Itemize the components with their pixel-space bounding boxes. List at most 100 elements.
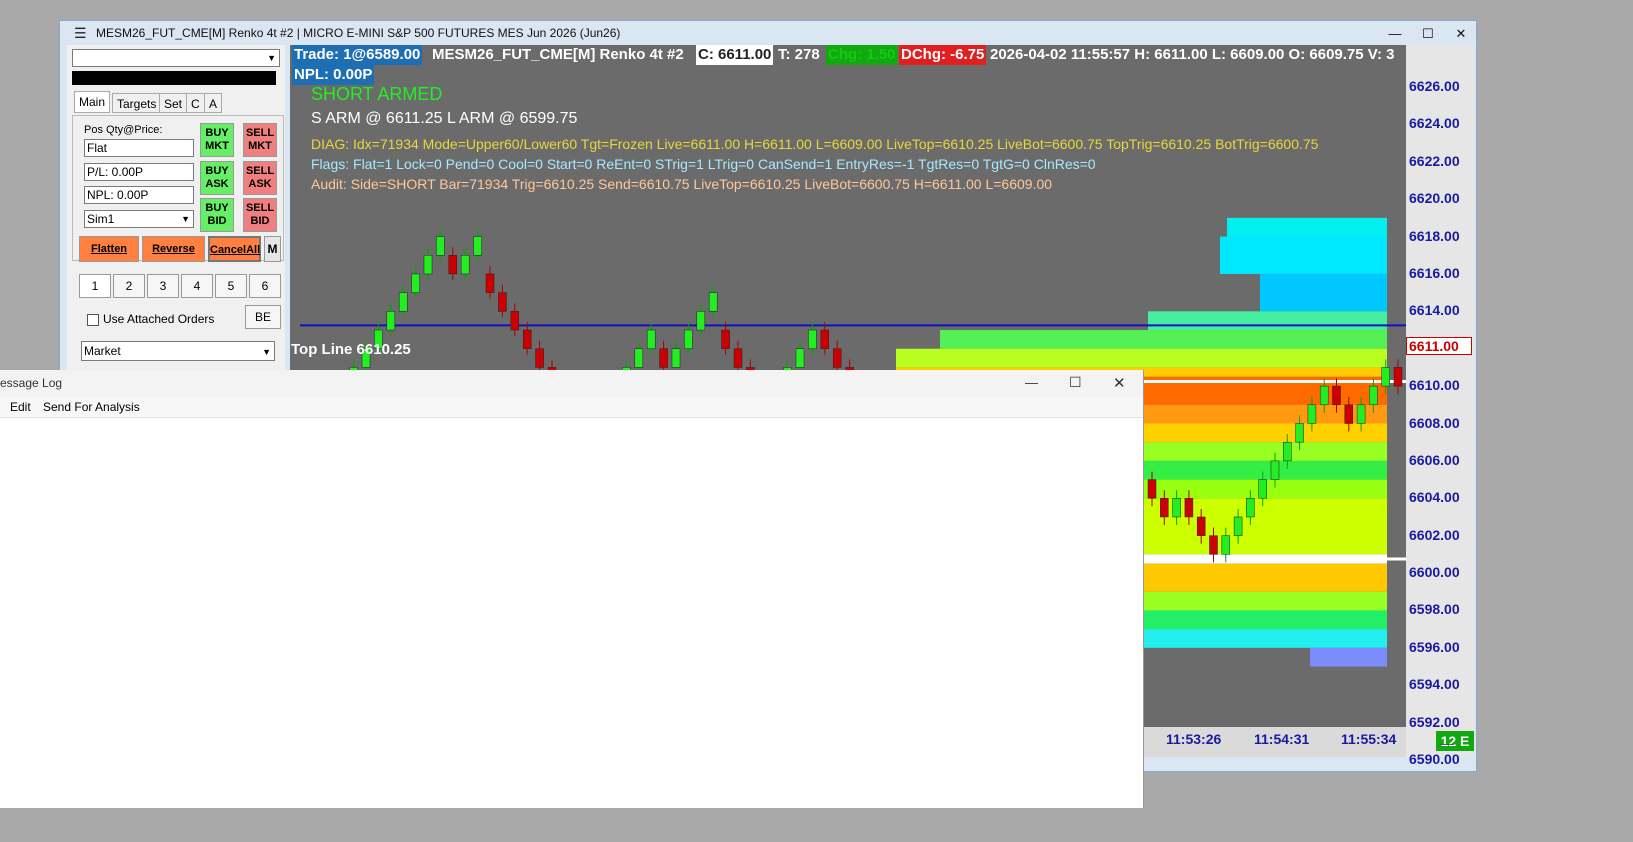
chevron-down-icon: ▼: [262, 347, 271, 357]
m-button[interactable]: M: [264, 236, 281, 262]
price-tick: 6602.00: [1409, 526, 1460, 543]
candle: [684, 329, 693, 349]
account-dropdown[interactable]: ▼: [72, 49, 280, 67]
candle: [671, 348, 681, 368]
message-log-menu-bar: Edit Send For Analysis: [0, 397, 1143, 418]
candle: [1369, 385, 1378, 406]
qty-button-row: 1 2 3 4 5 6: [79, 274, 281, 298]
message-log-title: essage Log: [0, 376, 63, 390]
candle: [1246, 498, 1255, 518]
pos-field: Flat: [84, 139, 194, 157]
chart-window-title: MESM26_FUT_CME[M] Renko 4t #2 | MICRO E-…: [96, 26, 621, 40]
bar-info: 2026-04-02 11:55:57 H: 6611.00 L: 6609.0…: [990, 46, 1395, 63]
price-tick: 6600.00: [1409, 564, 1460, 581]
candle: [721, 329, 730, 349]
time-tick: 11:53:26: [1166, 731, 1222, 747]
chg-info: Chg: 1.50: [826, 45, 898, 65]
menu-send-for-analysis[interactable]: Send For Analysis: [43, 400, 140, 414]
price-tick: 6594.00: [1409, 676, 1460, 693]
qty-1-button[interactable]: 1: [79, 274, 111, 298]
candle: [411, 273, 420, 293]
volume-profile-band: [1140, 629, 1387, 648]
tab-c[interactable]: C: [186, 93, 205, 113]
cancel-all-button[interactable]: CancelAll: [208, 236, 261, 262]
audit-text: Audit: Side=SHORT Bar=71934 Trig=6610.25…: [311, 176, 1053, 192]
message-log-window: essage Log — ☐ ✕ Edit Send For Analysis: [0, 370, 1144, 808]
candle: [808, 329, 817, 349]
arm-text: S ARM @ 6611.25 L ARM @ 6599.75: [311, 110, 578, 127]
tab-set[interactable]: Set: [159, 93, 188, 113]
tab-main[interactable]: Main: [74, 91, 111, 113]
dchg-info: DChg: -6.75: [899, 45, 987, 65]
qty-6-button[interactable]: 6: [249, 274, 281, 298]
candle: [423, 255, 433, 275]
qty-2-button[interactable]: 2: [113, 274, 145, 298]
npl-info: NPL: 0.00P: [292, 65, 375, 85]
chart-trader-panel: ▼ Main Targets Set C A Pos Qty@Price: Fl…: [67, 45, 285, 371]
order-type-select[interactable]: Market ▼: [81, 341, 275, 361]
qty-3-button[interactable]: 3: [147, 274, 179, 298]
tab-targets[interactable]: Targets: [112, 93, 162, 113]
last-price-tag: 6611.00: [1406, 337, 1472, 355]
candle: [1356, 404, 1366, 424]
scroll-handle[interactable]: —: [1440, 735, 1454, 751]
price-tick: 6610.00: [1409, 377, 1460, 394]
flatten-button[interactable]: Flatten: [79, 236, 139, 262]
buy-market-button[interactable]: BUY MKT: [200, 123, 234, 157]
candle: [398, 292, 408, 312]
price-tick: 6626.00: [1409, 78, 1460, 94]
chart-title-bar[interactable]: ☰ MESM26_FUT_CME[M] Renko 4t #2 | MICRO …: [60, 21, 1476, 47]
status-strip: [72, 71, 276, 85]
qty-5-button[interactable]: 5: [215, 274, 247, 298]
candle: [1381, 367, 1390, 387]
instrument-info: MESM26_FUT_CME[M] Renko 4t #2: [432, 46, 684, 63]
price-tick: 6624.00: [1409, 115, 1460, 132]
attached-orders-checkbox[interactable]: [87, 314, 99, 326]
minimize-icon[interactable]: —: [1382, 24, 1408, 44]
candle: [510, 311, 520, 331]
sell-market-button[interactable]: SELL MKT: [243, 123, 277, 157]
candle: [473, 236, 482, 256]
candle: [1233, 516, 1243, 536]
breakeven-button[interactable]: BE: [245, 305, 281, 329]
candle: [1270, 460, 1280, 480]
tab-a[interactable]: A: [204, 93, 223, 113]
sell-ask-button[interactable]: SELL ASK: [243, 161, 277, 195]
panel-tabs: Main Targets Set C A: [74, 91, 288, 115]
candle: [1295, 423, 1304, 443]
minimize-icon[interactable]: —: [1025, 375, 1038, 390]
candle: [1319, 385, 1329, 406]
message-log-title-bar[interactable]: essage Log — ☐ ✕: [0, 370, 1143, 397]
candle: [1258, 479, 1267, 499]
candle: [1147, 479, 1157, 499]
candle: [1283, 441, 1292, 462]
candle: [820, 329, 830, 349]
hamburger-icon[interactable]: ☰: [74, 25, 87, 42]
reverse-button[interactable]: Reverse: [142, 236, 205, 262]
candle: [795, 348, 805, 368]
buy-ask-button[interactable]: BUY ASK: [200, 161, 234, 195]
candle: [460, 255, 470, 275]
qty-4-button[interactable]: 4: [181, 274, 213, 298]
maximize-icon[interactable]: ☐: [1415, 24, 1441, 44]
account-select[interactable]: Sim1 ▼: [84, 210, 194, 228]
volume-profile-band: [896, 348, 1387, 368]
close-icon[interactable]: ✕: [1448, 24, 1474, 44]
candle: [535, 348, 544, 368]
candle: [659, 348, 668, 368]
price-tick: 6614.00: [1409, 302, 1460, 319]
price-tick: 6596.00: [1409, 638, 1460, 655]
candle: [696, 311, 706, 331]
trade-info: Trade: 1@6589.00: [292, 45, 423, 65]
price-tick: 6622.00: [1409, 152, 1460, 169]
buy-bid-button[interactable]: BUY BID: [200, 198, 234, 232]
sell-bid-button[interactable]: SELL BID: [243, 198, 277, 232]
menu-edit[interactable]: Edit: [10, 400, 31, 414]
pl-field: P/L: 0.00P: [84, 163, 194, 181]
close-icon[interactable]: ✕: [1113, 374, 1126, 392]
volume-profile-band: [940, 330, 1387, 349]
price-tick: 6608.00: [1409, 414, 1460, 431]
maximize-icon[interactable]: ☐: [1069, 374, 1082, 391]
close-info: C: 6611.00: [696, 45, 774, 65]
price-axis[interactable]: 6626.00 6624.00 6622.00 6620.00 6618.00 6616.…: [1406, 45, 1474, 767]
